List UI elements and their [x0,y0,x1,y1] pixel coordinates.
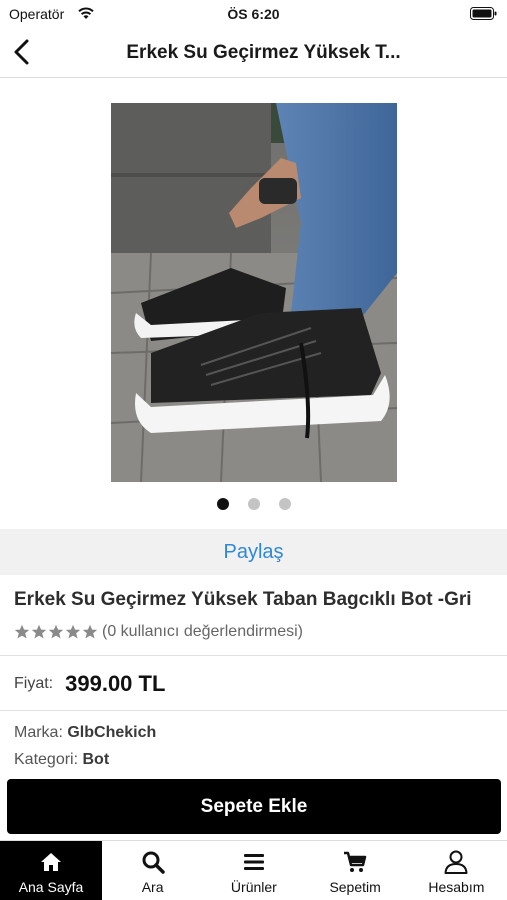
price-row: Fiyat: 399.00 TL [14,670,165,698]
star-icon [65,624,81,639]
product-title: Erkek Su Geçirmez Yüksek Taban Bagcıklı … [14,589,472,610]
price-label: Fiyat: [14,675,54,692]
share-button[interactable]: Paylaş [0,529,507,575]
brand-value[interactable]: GlbChekich [67,724,156,741]
page-dot[interactable] [278,498,291,510]
tab-home[interactable]: Ana Sayfa [0,841,102,900]
menu-icon [243,854,264,870]
status-bar: Operatör ÖS 6:20 [0,0,507,28]
brand-label: Marka: [14,724,63,741]
divider [0,710,507,711]
tab-products[interactable]: Ürünler [203,841,304,900]
star-icon [48,624,64,639]
gallery-page-indicator[interactable] [0,498,507,510]
sneaker-photo-illustration [111,103,397,482]
cart-icon [344,851,367,872]
search-icon [142,851,165,874]
tab-label: Ürünler [230,879,277,895]
price-value: 399.00 TL [65,671,166,696]
star-icon [31,624,47,639]
page-dot[interactable] [247,498,260,510]
brand-row: Marka: GlbChekich [14,724,156,742]
product-photo[interactable] [111,103,397,482]
star-icon [14,624,30,639]
category-value[interactable]: Bot [83,751,110,768]
share-label: Paylaş [223,540,284,563]
back-chevron-icon[interactable] [8,36,38,68]
battery-icon [470,7,497,20]
user-icon [444,850,468,874]
tab-label: Ana Sayfa [18,879,84,895]
home-icon [41,853,61,871]
category-label: Kategori: [14,751,79,768]
rating-stars [14,624,98,640]
product-image-gallery[interactable] [0,79,507,529]
page-dot[interactable] [216,498,229,510]
status-time: ÖS 6:20 [227,6,280,22]
tab-search[interactable]: Ara [102,841,203,900]
add-to-cart-label: Sepete Ekle [200,795,308,817]
product-rating[interactable]: (0 kullanıcı değerlendirmesi) [14,622,303,642]
tab-account[interactable]: Hesabım [406,841,507,900]
navigation-bar: Erkek Su Geçirmez Yüksek T... [0,28,507,78]
tab-bar: Ana Sayfa Ara Ürünler Sepetim Hesabım [0,840,507,900]
tab-label: Hesabım [428,879,485,895]
add-to-cart-button[interactable]: Sepete Ekle [7,779,501,834]
tab-label: Sepetim [329,879,381,895]
tab-cart[interactable]: Sepetim [305,841,406,900]
divider [0,655,507,656]
category-row: Kategori: Bot [14,751,109,769]
rating-count-text: (0 kullanıcı değerlendirmesi) [102,623,303,640]
page-title: Erkek Su Geçirmez Yüksek T... [126,42,401,63]
tab-label: Ara [141,879,164,895]
star-icon [82,624,98,639]
